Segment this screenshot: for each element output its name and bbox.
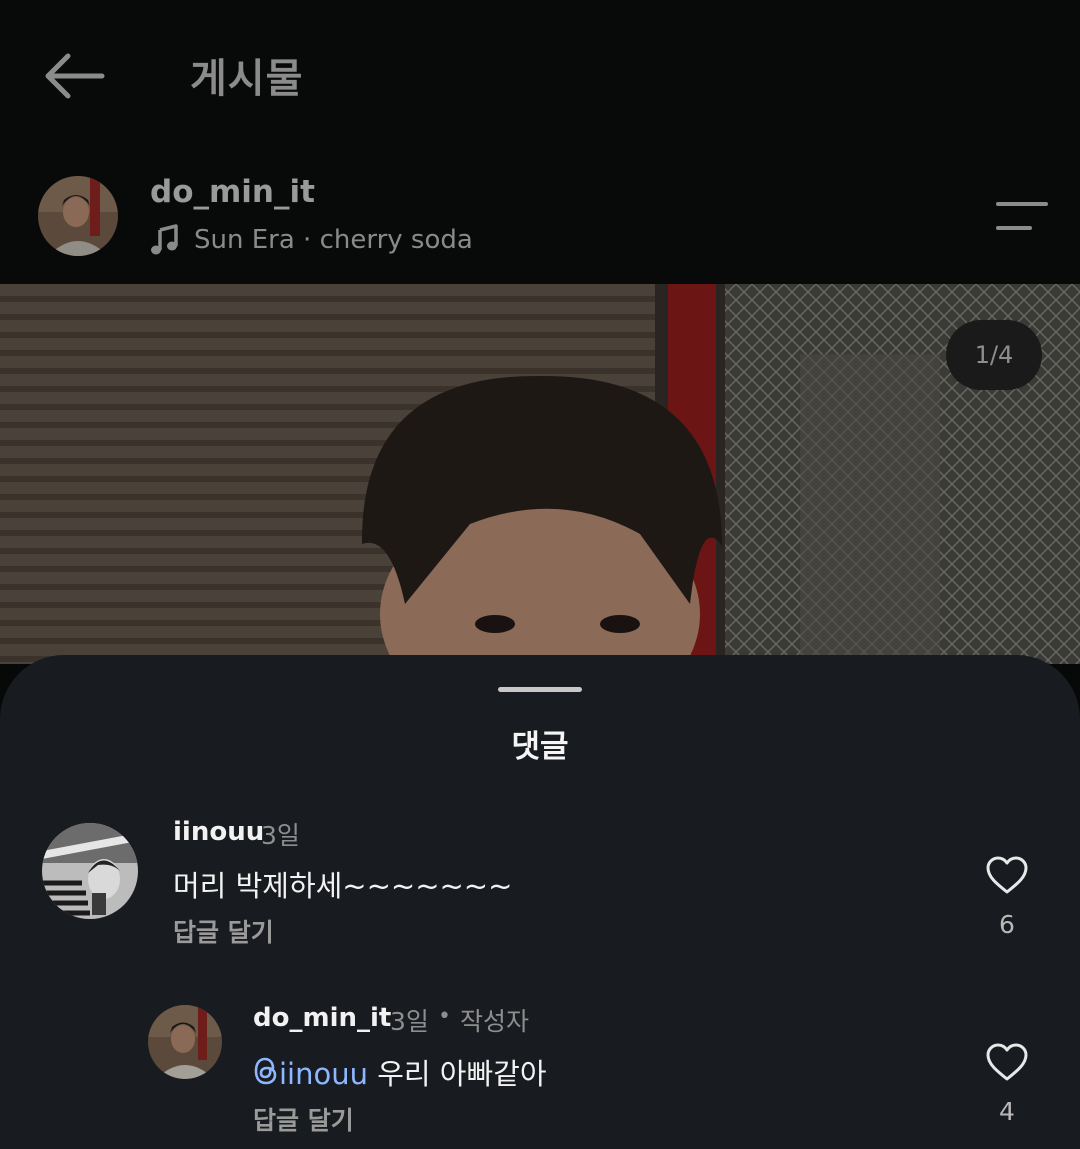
separator-dot: •	[438, 1004, 451, 1029]
comment-text: iinouu 우리 아빠같아	[253, 1051, 547, 1093]
mention-link[interactable]: iinouu	[253, 1057, 368, 1091]
comment-username[interactable]: do_min_it	[253, 1003, 391, 1033]
comment-time: 3일	[261, 821, 300, 850]
post-photo[interactable]	[0, 284, 1080, 664]
author-username[interactable]: do_min_it	[150, 174, 315, 210]
post-menu-button[interactable]	[994, 200, 1050, 232]
author-avatar[interactable]	[38, 176, 118, 256]
commenter-avatar[interactable]	[148, 1005, 222, 1079]
arrow-left-icon	[45, 53, 105, 99]
sheet-title: 댓글	[511, 729, 569, 765]
author-badge: 작성자	[460, 1007, 530, 1036]
music-info[interactable]: Sun Era · cherry soda	[150, 224, 473, 256]
music-label: Sun Era · cherry soda	[194, 225, 473, 255]
page-title: 게시물	[190, 56, 304, 102]
comments-sheet: 댓글 iinouu 3일 머리 박제하세~~~~~~~ 답글 달기 6 do_m…	[0, 655, 1080, 1149]
photo-counter: 1/4	[946, 320, 1042, 390]
heart-icon[interactable]	[985, 855, 1029, 895]
comment-body: 우리 아빠같아	[368, 1057, 547, 1091]
reply-button[interactable]: 답글 달기	[173, 913, 274, 949]
like-count: 6	[999, 910, 1015, 939]
comment-text: 머리 박제하세~~~~~~~	[173, 869, 513, 903]
top-bar: 게시물	[0, 0, 1080, 150]
mention-username: iinouu	[279, 1057, 368, 1091]
commenter-avatar[interactable]	[42, 823, 138, 919]
menu-icon	[996, 202, 1048, 230]
sheet-drag-handle[interactable]	[498, 687, 582, 692]
music-note-icon	[151, 224, 178, 255]
post-header: do_min_it Sun Era · cherry soda	[0, 150, 1080, 284]
heart-icon[interactable]	[985, 1042, 1029, 1082]
comment-time: 3일	[390, 1007, 429, 1036]
like-count: 4	[999, 1097, 1015, 1126]
threads-mention-icon	[254, 1057, 277, 1085]
comment-username[interactable]: iinouu	[173, 817, 264, 847]
reply-button[interactable]: 답글 달기	[253, 1101, 354, 1137]
back-button[interactable]	[40, 50, 106, 102]
